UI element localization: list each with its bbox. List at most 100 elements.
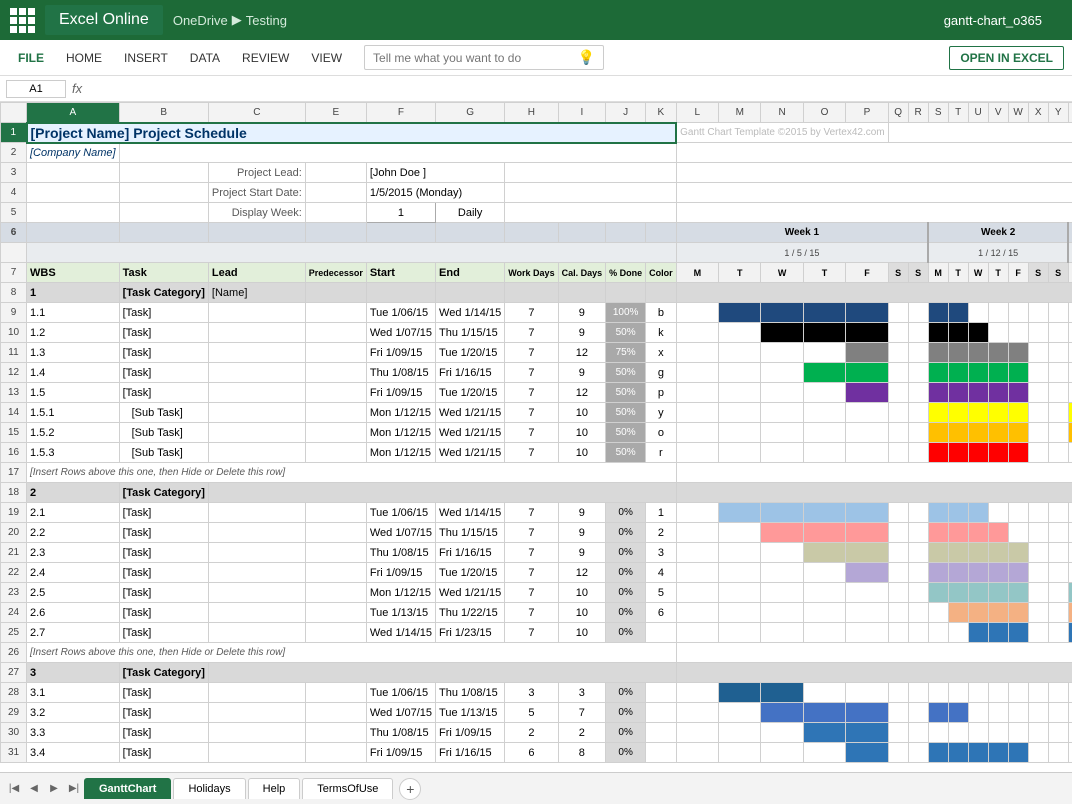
- lead-1[interactable]: [Name]: [208, 283, 305, 303]
- cal-1.1[interactable]: 9: [558, 303, 606, 323]
- start-date-value[interactable]: 1/5/2015 (Monday): [366, 183, 504, 203]
- col-header-C[interactable]: C: [208, 103, 305, 123]
- row-header-16[interactable]: 16: [1, 443, 27, 463]
- row-header-13[interactable]: 13: [1, 383, 27, 403]
- row-header-15[interactable]: 15: [1, 423, 27, 443]
- app-name[interactable]: Excel Online: [45, 5, 163, 35]
- col-header-R[interactable]: R: [908, 103, 928, 123]
- menu-data[interactable]: DATA: [180, 47, 230, 69]
- row-header-20[interactable]: 20: [1, 523, 27, 543]
- display-week-value[interactable]: 1: [366, 203, 435, 223]
- row-header-12[interactable]: 12: [1, 363, 27, 383]
- row-header-11[interactable]: 11: [1, 343, 27, 363]
- project-title-cell[interactable]: [Project Name] Project Schedule: [27, 123, 677, 143]
- row-header-6[interactable]: 6: [1, 223, 27, 243]
- row-header-30[interactable]: 30: [1, 723, 27, 743]
- color-1.1[interactable]: b: [646, 303, 677, 323]
- nav-last-btn[interactable]: ▶|: [64, 779, 84, 799]
- search-input[interactable]: [373, 51, 572, 65]
- row-header-10[interactable]: 10: [1, 323, 27, 343]
- col-header-O[interactable]: O: [803, 103, 845, 123]
- col-header-Q[interactable]: Q: [888, 103, 908, 123]
- row-header-8[interactable]: 8: [1, 283, 27, 303]
- col-header-N[interactable]: N: [761, 103, 803, 123]
- col-header-G[interactable]: G: [436, 103, 505, 123]
- menu-review[interactable]: REVIEW: [232, 47, 299, 69]
- row-header-31[interactable]: 31: [1, 743, 27, 763]
- col-header-T[interactable]: T: [948, 103, 968, 123]
- row-header-9[interactable]: 9: [1, 303, 27, 323]
- wbs-1[interactable]: 1: [27, 283, 120, 303]
- task-1.2[interactable]: [Task]: [119, 323, 208, 343]
- end-1.3[interactable]: Tue 1/20/15: [436, 343, 505, 363]
- open-excel-button[interactable]: OPEN IN EXCEL: [949, 46, 1064, 70]
- end-1.1[interactable]: Wed 1/14/15: [436, 303, 505, 323]
- col-header-U[interactable]: U: [968, 103, 988, 123]
- work-1.2[interactable]: 7: [505, 323, 558, 343]
- col-header-V[interactable]: V: [988, 103, 1008, 123]
- start-1.3[interactable]: Fri 1/09/15: [366, 343, 435, 363]
- pct-1.1[interactable]: 100%: [606, 303, 646, 323]
- col-header-I[interactable]: I: [558, 103, 606, 123]
- row-header-2[interactable]: 2: [1, 143, 27, 163]
- col-header-L[interactable]: L: [676, 103, 718, 123]
- col-header-J[interactable]: J: [606, 103, 646, 123]
- wbs-1.3[interactable]: 1.3: [27, 343, 120, 363]
- col-header-H[interactable]: H: [505, 103, 558, 123]
- col-header-S[interactable]: S: [928, 103, 948, 123]
- menu-file[interactable]: FILE: [8, 47, 54, 69]
- project-lead-value[interactable]: [John Doe ]: [366, 163, 504, 183]
- menu-view[interactable]: VIEW: [301, 47, 352, 69]
- row-header-25[interactable]: 25: [1, 623, 27, 643]
- task-1.3[interactable]: [Task]: [119, 343, 208, 363]
- nav-next-btn[interactable]: ▶: [44, 779, 64, 799]
- cal-1.2[interactable]: 9: [558, 323, 606, 343]
- row-header-23[interactable]: 23: [1, 583, 27, 603]
- row-header-27[interactable]: 27: [1, 663, 27, 683]
- col-header-W[interactable]: W: [1008, 103, 1028, 123]
- col-header-M[interactable]: M: [719, 103, 761, 123]
- nav-prev-btn[interactable]: ◀: [24, 779, 44, 799]
- sheet-tab-termsofuse[interactable]: TermsOfUse: [302, 778, 393, 799]
- col-header-X[interactable]: X: [1028, 103, 1048, 123]
- row-header-4[interactable]: 4: [1, 183, 27, 203]
- task-1.1[interactable]: [Task]: [119, 303, 208, 323]
- menu-home[interactable]: HOME: [56, 47, 112, 69]
- color-1.2[interactable]: k: [646, 323, 677, 343]
- col-header-F[interactable]: F: [366, 103, 435, 123]
- row-header-29[interactable]: 29: [1, 703, 27, 723]
- row-header-19[interactable]: 19: [1, 503, 27, 523]
- row-header-14[interactable]: 14: [1, 403, 27, 423]
- waffle-icon[interactable]: [10, 8, 35, 33]
- row-header-21[interactable]: 21: [1, 543, 27, 563]
- spreadsheet-area[interactable]: A B C E F G H I J K L M N O P Q R S T U: [0, 102, 1072, 772]
- pct-1.2[interactable]: 50%: [606, 323, 646, 343]
- row-header-26[interactable]: 26: [1, 643, 27, 663]
- row-header-3[interactable]: 3: [1, 163, 27, 183]
- row-header-18[interactable]: 18: [1, 483, 27, 503]
- menu-insert[interactable]: INSERT: [114, 47, 178, 69]
- wbs-1.2[interactable]: 1.2: [27, 323, 120, 343]
- breadcrumb-root[interactable]: OneDrive: [173, 13, 228, 28]
- col-header-E[interactable]: E: [305, 103, 366, 123]
- row-header-24[interactable]: 24: [1, 603, 27, 623]
- col-header-Z[interactable]: Z: [1068, 103, 1072, 123]
- col-header-Y[interactable]: Y: [1048, 103, 1068, 123]
- name-box[interactable]: [6, 80, 66, 98]
- row-header-7[interactable]: 7: [1, 263, 27, 283]
- start-1.2[interactable]: Wed 1/07/15: [366, 323, 435, 343]
- row-header-28[interactable]: 28: [1, 683, 27, 703]
- col-header-B[interactable]: B: [119, 103, 208, 123]
- end-1.2[interactable]: Thu 1/15/15: [436, 323, 505, 343]
- sheet-tab-ganttchart[interactable]: GanttChart: [84, 778, 171, 799]
- row-header-1[interactable]: 1: [1, 123, 27, 143]
- col-header-P[interactable]: P: [846, 103, 888, 123]
- work-1.1[interactable]: 7: [505, 303, 558, 323]
- col-header-A[interactable]: A: [27, 103, 120, 123]
- row-header-5[interactable]: 5: [1, 203, 27, 223]
- company-cell[interactable]: [Company Name]: [27, 143, 120, 163]
- sheet-tab-help[interactable]: Help: [248, 778, 301, 799]
- add-sheet-button[interactable]: +: [399, 778, 421, 800]
- task-cat-1[interactable]: [Task Category]: [119, 283, 208, 303]
- col-header-K[interactable]: K: [646, 103, 677, 123]
